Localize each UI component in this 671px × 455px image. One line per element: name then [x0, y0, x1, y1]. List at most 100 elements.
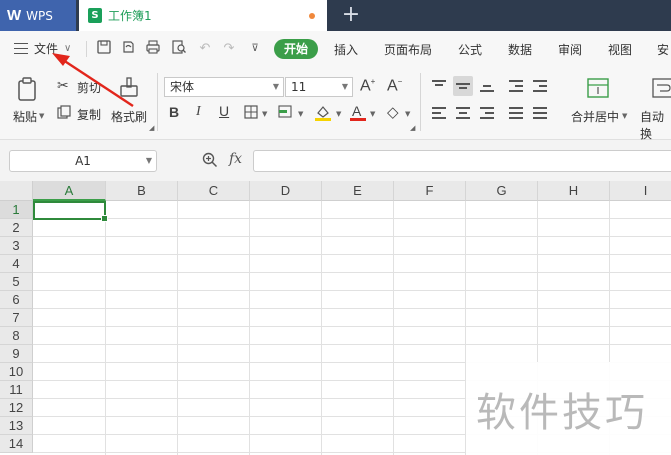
row-gridline — [33, 218, 671, 219]
fill-color-dropdown-icon[interactable]: ▼ — [336, 110, 341, 118]
new-tab-button[interactable]: + — [341, 3, 361, 27]
font-color-dropdown-icon[interactable]: ▼ — [370, 110, 375, 118]
print-preview-icon[interactable] — [170, 40, 188, 58]
tab-view[interactable]: 视图 — [608, 41, 632, 58]
decrease-indent-icon[interactable] — [506, 76, 526, 96]
align-top-icon[interactable] — [429, 76, 449, 96]
format-painter-label[interactable]: 格式刷 — [111, 108, 147, 125]
select-all-corner[interactable] — [0, 181, 33, 201]
column-header-h[interactable]: H — [538, 181, 610, 201]
row-header-11[interactable]: 11 — [0, 381, 33, 399]
quick-access-more-icon[interactable]: ⊽ — [246, 40, 264, 58]
watermark: 软件技巧 — [466, 362, 671, 455]
tab-security[interactable]: 安 — [657, 41, 669, 58]
column-header-a[interactable]: A — [33, 181, 106, 201]
save-icon[interactable] — [95, 40, 113, 58]
fill-color-icon[interactable] — [314, 104, 332, 121]
ribbon-divider — [420, 73, 421, 131]
merge-center-icon[interactable] — [587, 77, 609, 99]
italic-icon[interactable]: I — [196, 104, 201, 120]
row-header-4[interactable]: 4 — [0, 255, 33, 273]
auto-wrap-icon[interactable] — [652, 77, 671, 99]
row-header-5[interactable]: 5 — [0, 273, 33, 291]
cut-icon[interactable]: ✂ — [57, 78, 69, 94]
insert-function-button[interactable]: fx — [229, 151, 242, 167]
column-header-d[interactable]: D — [250, 181, 322, 201]
hamburger-icon — [14, 43, 28, 54]
underline-icon[interactable]: U — [219, 103, 229, 119]
auto-wrap-button[interactable]: 自动换 — [640, 108, 671, 142]
column-header-c[interactable]: C — [178, 181, 250, 201]
borders-dropdown-icon[interactable]: ▼ — [262, 110, 267, 118]
zoom-in-icon[interactable] — [202, 152, 218, 172]
conditional-format-dropdown-icon[interactable]: ▼ — [298, 110, 303, 118]
tab-review[interactable]: 审阅 — [558, 41, 582, 58]
justify-icon[interactable] — [506, 103, 526, 123]
tab-formulas[interactable]: 公式 — [458, 41, 482, 58]
column-header-e[interactable]: E — [322, 181, 394, 201]
tab-start[interactable]: 开始 — [274, 39, 318, 59]
row-header-3[interactable]: 3 — [0, 237, 33, 255]
row-header-7[interactable]: 7 — [0, 309, 33, 327]
print-icon[interactable] — [144, 40, 162, 58]
row-gridline — [33, 326, 671, 327]
tab-page-layout[interactable]: 页面布局 — [384, 41, 432, 58]
clipboard-group-launcher-icon[interactable]: ◢ — [149, 124, 154, 132]
row-header-14[interactable]: 14 — [0, 435, 33, 453]
formula-input[interactable] — [253, 150, 671, 172]
font-size-decrease-icon[interactable]: A− — [387, 77, 402, 95]
row-gridline — [33, 236, 671, 237]
column-header-i[interactable]: I — [610, 181, 671, 201]
copy-button[interactable]: 复制 — [77, 106, 101, 123]
tab-insert[interactable]: 插入 — [334, 41, 358, 58]
copy-icon[interactable] — [57, 105, 71, 119]
clear-format-icon[interactable]: ◇ — [387, 103, 399, 121]
conditional-format-icon[interactable] — [278, 105, 294, 119]
cut-button[interactable]: 剪切 — [77, 79, 101, 96]
export-icon[interactable] — [119, 40, 137, 58]
format-painter-icon[interactable] — [118, 76, 140, 102]
align-center-icon[interactable] — [453, 103, 473, 123]
column-header-g[interactable]: G — [466, 181, 538, 201]
font-color-icon[interactable]: A — [350, 103, 366, 121]
increase-indent-icon[interactable] — [530, 76, 550, 96]
row-header-8[interactable]: 8 — [0, 327, 33, 345]
font-size-select[interactable]: 11 ▼ — [285, 77, 353, 97]
tab-data[interactable]: 数据 — [508, 41, 532, 58]
distributed-align-icon[interactable] — [530, 103, 550, 123]
align-left-icon[interactable] — [429, 103, 449, 123]
row-header-12[interactable]: 12 — [0, 399, 33, 417]
file-menu-button[interactable]: 文件 ∨ — [14, 40, 71, 57]
align-middle-icon[interactable] — [453, 76, 473, 96]
clear-format-dropdown-icon[interactable]: ▼ — [405, 110, 410, 118]
paste-label[interactable]: 粘贴 — [13, 108, 37, 125]
document-tab[interactable]: S 工作簿1 — [79, 0, 327, 31]
merge-center-button[interactable]: 合并居中 — [571, 108, 619, 125]
row-header-9[interactable]: 9 — [0, 345, 33, 363]
row-gridline — [33, 272, 671, 273]
align-bottom-icon[interactable] — [477, 76, 497, 96]
font-size-increase-icon[interactable]: A+ — [360, 77, 375, 95]
undo-icon[interactable]: ↶ — [196, 40, 214, 58]
paste-icon[interactable] — [15, 76, 41, 102]
row-header-10[interactable]: 10 — [0, 363, 33, 381]
row-header-1[interactable]: 1 — [0, 201, 33, 219]
row-header-6[interactable]: 6 — [0, 291, 33, 309]
bold-icon[interactable]: B — [169, 104, 179, 120]
active-cell-a1[interactable] — [33, 201, 108, 222]
column-header-b[interactable]: B — [106, 181, 178, 201]
column-header-f[interactable]: F — [394, 181, 466, 201]
paste-dropdown-icon[interactable]: ▼ — [39, 112, 44, 120]
font-group-launcher-icon[interactable]: ◢ — [410, 124, 415, 132]
unsaved-dot-icon — [309, 13, 315, 19]
chevron-down-icon: ▼ — [145, 156, 152, 165]
name-box[interactable]: A1 ▼ — [9, 150, 157, 172]
redo-icon[interactable]: ↷ — [220, 40, 238, 58]
row-header-13[interactable]: 13 — [0, 417, 33, 435]
font-name-select[interactable]: 宋体 ▼ — [164, 77, 284, 97]
merge-center-dropdown-icon[interactable]: ▼ — [622, 112, 627, 120]
wps-home-tab[interactable]: W WPS — [0, 0, 76, 31]
row-header-2[interactable]: 2 — [0, 219, 33, 237]
align-right-icon[interactable] — [477, 103, 497, 123]
borders-icon[interactable] — [244, 105, 258, 119]
